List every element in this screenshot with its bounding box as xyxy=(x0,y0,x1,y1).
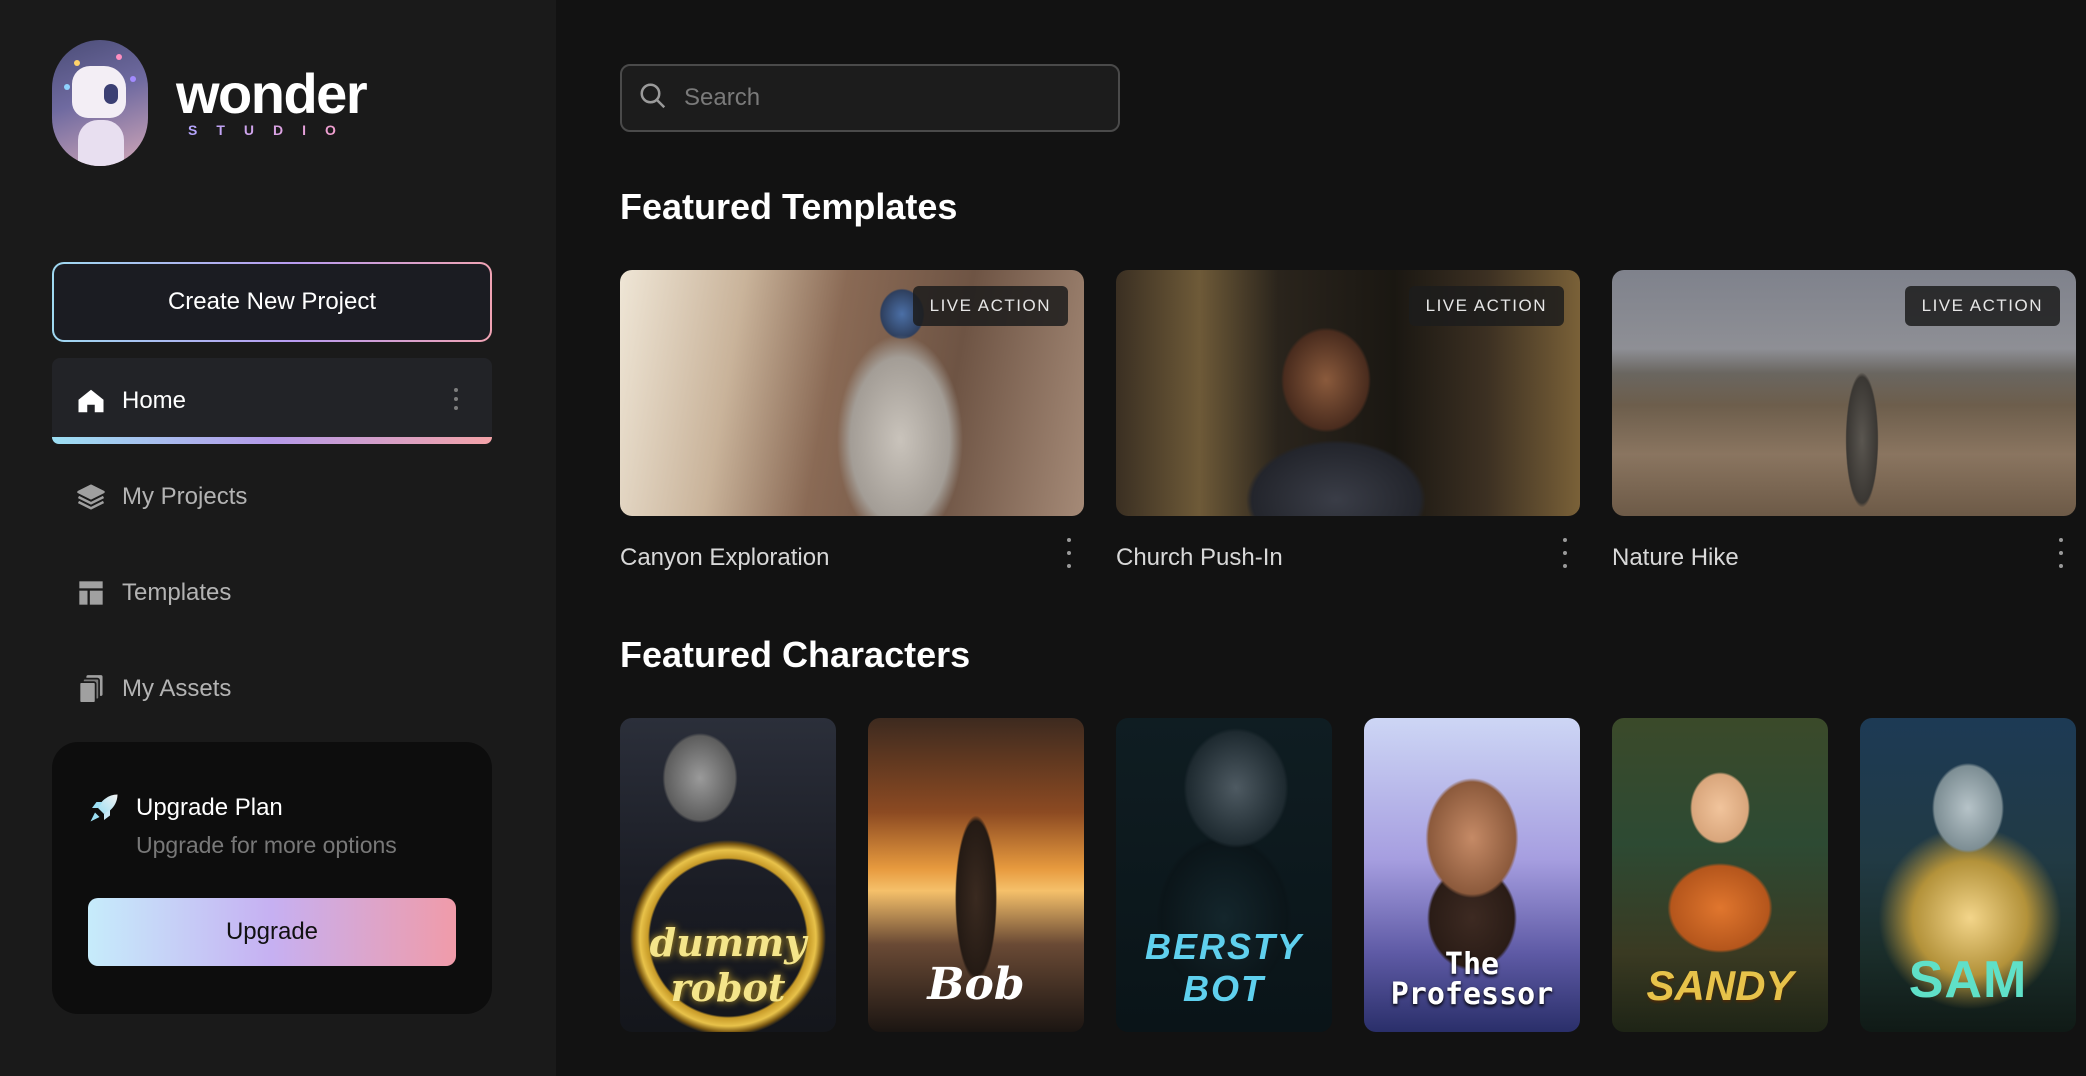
robot-logo-icon xyxy=(52,40,148,166)
home-icon xyxy=(74,384,108,418)
upgrade-plan-subtitle: Upgrade for more options xyxy=(136,832,397,858)
sidebar: wonder STUDIO Create New Project Home My… xyxy=(0,0,556,1076)
layers-icon xyxy=(74,480,108,514)
live-action-badge: LIVE ACTION xyxy=(1408,286,1564,326)
featured-templates-title: Featured Templates xyxy=(620,186,958,227)
template-name: Canyon Exploration xyxy=(620,544,830,571)
upgrade-plan-card: Upgrade Plan Upgrade for more options Up… xyxy=(52,742,492,1014)
character-card[interactable]: SANDY xyxy=(1612,718,1828,1032)
more-options-icon[interactable] xyxy=(454,388,458,410)
template-thumbnail[interactable]: LIVE ACTION xyxy=(620,270,1084,516)
more-options-icon[interactable] xyxy=(1558,538,1572,568)
sidebar-item-my-projects[interactable]: My Projects xyxy=(52,454,492,540)
character-card[interactable]: SAM xyxy=(1860,718,2076,1032)
sidebar-item-label: Templates xyxy=(122,579,232,606)
rocket-icon xyxy=(86,790,122,831)
search-icon xyxy=(638,81,668,116)
files-icon xyxy=(74,672,108,706)
brand-name: wonder xyxy=(176,62,368,125)
create-new-project-button[interactable]: Create New Project xyxy=(52,262,492,342)
character-title: BERSTY BOT xyxy=(1144,926,1304,1009)
template-thumbnail[interactable]: LIVE ACTION xyxy=(1612,270,2076,516)
character-title: dummy robot xyxy=(649,920,807,1010)
template-card[interactable]: LIVE ACTION Nature Hike xyxy=(1612,270,2076,571)
live-action-badge: LIVE ACTION xyxy=(912,286,1068,326)
sidebar-item-templates[interactable]: Templates xyxy=(52,550,492,636)
character-card[interactable]: BERSTY BOT xyxy=(1116,718,1332,1032)
search-input[interactable] xyxy=(682,83,1086,113)
brand-logo[interactable]: wonder STUDIO xyxy=(52,40,368,166)
upgrade-plan-title: Upgrade Plan xyxy=(136,794,283,821)
upgrade-button[interactable]: Upgrade xyxy=(88,898,456,966)
sidebar-item-home[interactable]: Home xyxy=(52,358,492,444)
character-title: SANDY xyxy=(1646,962,1794,1009)
character-title: The Professor xyxy=(1390,947,1554,1012)
featured-characters-title: Featured Characters xyxy=(620,634,971,675)
template-name: Church Push-In xyxy=(1116,544,1283,571)
more-options-icon[interactable] xyxy=(2054,538,2068,568)
template-name: Nature Hike xyxy=(1612,544,1739,571)
sidebar-item-label: My Assets xyxy=(122,675,232,702)
search-bar[interactable] xyxy=(620,64,1120,132)
template-card[interactable]: LIVE ACTION Canyon Exploration xyxy=(620,270,1084,571)
character-card[interactable]: The Professor xyxy=(1364,718,1580,1032)
character-card[interactable]: Bob xyxy=(868,718,1084,1032)
sidebar-item-my-assets[interactable]: My Assets xyxy=(52,646,492,732)
live-action-badge: LIVE ACTION xyxy=(1904,286,2060,326)
character-title: SAM xyxy=(1908,951,2028,1009)
template-thumbnail[interactable]: LIVE ACTION xyxy=(1116,270,1580,516)
more-options-icon[interactable] xyxy=(1062,538,1076,568)
sidebar-item-label: My Projects xyxy=(122,483,248,510)
character-card[interactable]: dummy robot xyxy=(620,718,836,1032)
layout-icon xyxy=(74,576,108,610)
sidebar-item-label: Home xyxy=(122,387,187,414)
template-card[interactable]: LIVE ACTION Church Push-In xyxy=(1116,270,1580,571)
character-title: Bob xyxy=(927,959,1025,1010)
brand-subtitle: STUDIO xyxy=(188,122,366,138)
